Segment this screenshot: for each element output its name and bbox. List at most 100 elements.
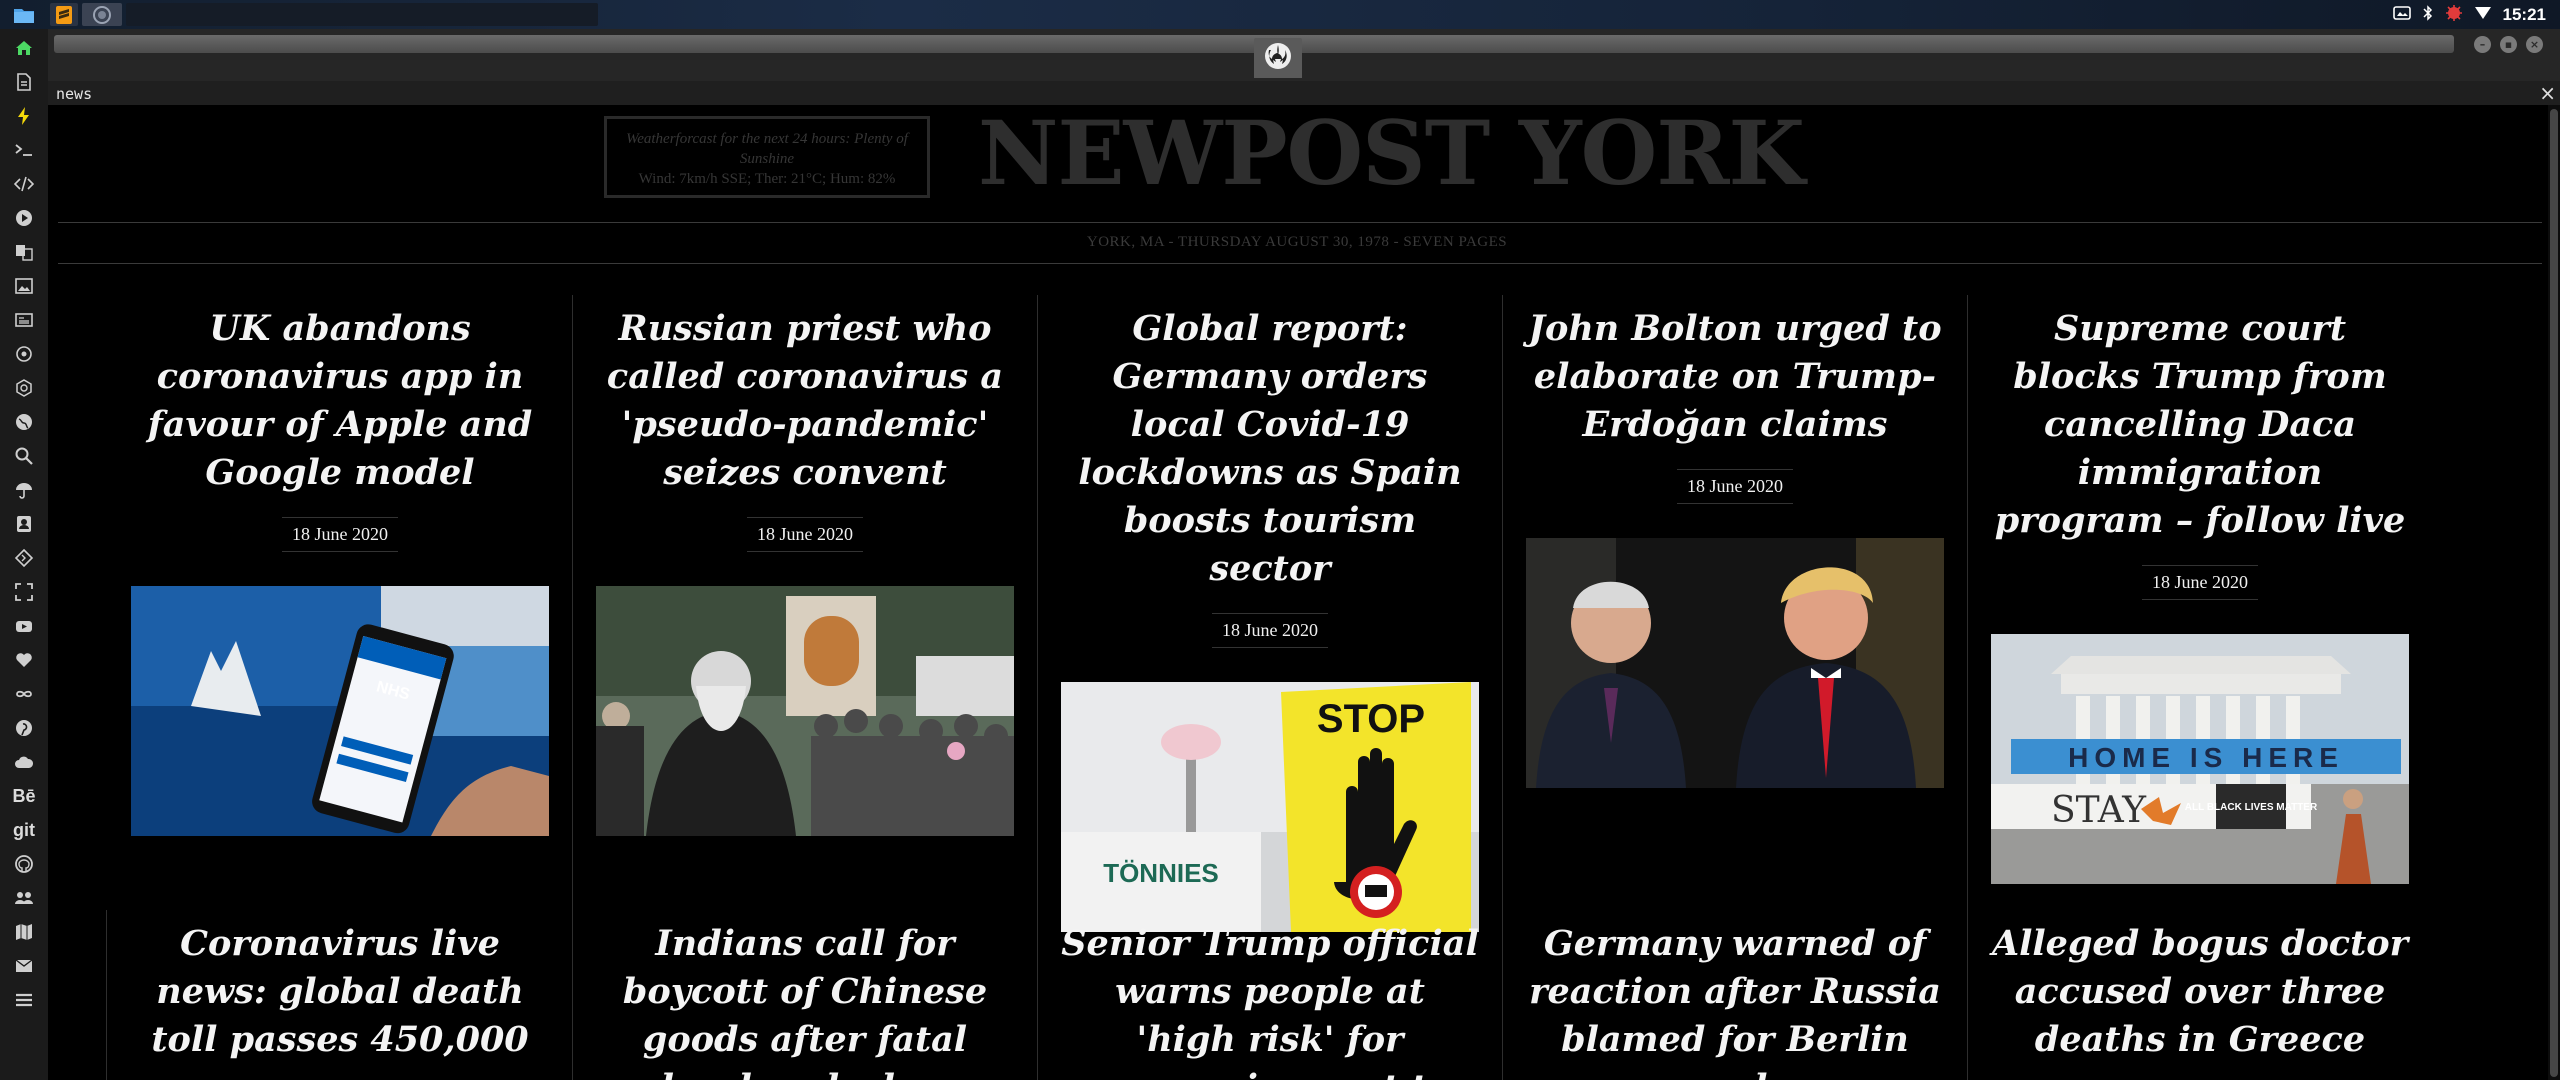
article-card[interactable]: John Bolton urged to elaborate on Trump-… [1526, 305, 1944, 788]
github-icon[interactable] [0, 847, 48, 881]
page-close-icon[interactable]: × [2539, 81, 2556, 105]
article-photo-supreme-court[interactable]: HOME IS HERE STAY ALL BLACK LIVES MATTER [1991, 634, 2409, 884]
screenshot-tray-icon[interactable] [2392, 5, 2411, 24]
article-card[interactable]: Coronavirus live news: global death toll… [131, 920, 549, 1064]
tonnies-sign-text: TÖNNIES [1103, 858, 1219, 888]
scrollbar-thumb[interactable] [2550, 109, 2558, 1077]
news-icon[interactable] [0, 303, 48, 337]
article-card[interactable]: Alleged bogus doctor accused over three … [1991, 920, 2409, 1064]
users-icon[interactable] [0, 881, 48, 915]
article-headline[interactable]: Indians call for boycott of Chinese good… [596, 920, 1014, 1080]
column-divider [1037, 295, 1038, 915]
article-headline[interactable]: Coronavirus live news: global death toll… [131, 920, 549, 1064]
article-card[interactable]: Global report: Germany orders local Covi… [1061, 305, 1479, 932]
vertical-scrollbar[interactable] [2548, 105, 2560, 1080]
window-minimize-button[interactable]: – [2474, 36, 2491, 53]
play-icon[interactable] [0, 201, 48, 235]
blender-icon[interactable] [0, 371, 48, 405]
article-photo-leaders[interactable] [1526, 538, 1944, 788]
mail-icon[interactable] [0, 949, 48, 983]
bluetooth-icon[interactable] [2422, 4, 2433, 25]
column-divider [1502, 910, 1503, 1080]
article-headline[interactable]: Alleged bogus doctor accused over three … [1991, 920, 2409, 1064]
sublime-text-icon[interactable] [50, 3, 78, 26]
atom-icon[interactable] [0, 337, 48, 371]
article-photo-priest[interactable] [596, 586, 1014, 836]
article-date: 18 June 2020 [747, 517, 863, 552]
newspaper-page: Weatherforcast for the next 24 hours: Pl… [48, 105, 2546, 1080]
column-divider [572, 910, 573, 1080]
newspaper-dateline: YORK, MA - THURSDAY AUGUST 30, 1978 - SE… [1086, 234, 1508, 250]
globe-icon[interactable] [0, 405, 48, 439]
article-headline[interactable]: Russian priest who called coronavirus a … [596, 305, 1014, 497]
tab-rebel-alliance[interactable] [1254, 38, 1302, 78]
bolt-icon[interactable] [0, 99, 48, 133]
column-divider [1967, 295, 1968, 915]
article-card[interactable]: Indians call for boycott of Chinese good… [596, 920, 1014, 1080]
article-date: 18 June 2020 [1212, 613, 1328, 648]
terminal-icon[interactable] [0, 133, 48, 167]
desktop-taskbar: 15:21 [0, 0, 2560, 29]
stay-sign-text: STAY [2051, 790, 2147, 831]
weather-forecast: Weatherforcast for the next 24 hours: Pl… [626, 131, 908, 167]
youtube-icon[interactable] [0, 609, 48, 643]
newspaper-masthead: NEWPOST YORK [978, 105, 1805, 205]
page-label: news [56, 85, 93, 103]
list-icon[interactable] [0, 983, 48, 1017]
cloud-icon[interactable] [0, 745, 48, 779]
pinterest-icon[interactable] [0, 711, 48, 745]
file-manager-icon[interactable] [4, 3, 44, 26]
search-icon[interactable] [0, 439, 48, 473]
column-divider [106, 910, 107, 1080]
bug-alert-icon[interactable] [2445, 4, 2463, 26]
article-card[interactable]: Senior Trump official warns people at 'h… [1061, 920, 1479, 1080]
heart-icon[interactable] [0, 643, 48, 677]
wifi-icon[interactable] [2474, 5, 2491, 24]
active-window-icon[interactable] [82, 3, 122, 26]
git-icon[interactable]: git [0, 813, 48, 847]
article-photo-nhs-app[interactable]: NHS [131, 586, 549, 836]
git-diamond-icon[interactable] [0, 541, 48, 575]
article-headline[interactable]: Global report: Germany orders local Covi… [1061, 305, 1479, 593]
image-icon[interactable] [0, 269, 48, 303]
article-card[interactable]: Germany warned of reaction after Russia … [1526, 920, 1944, 1080]
article-headline[interactable]: Germany warned of reaction after Russia … [1526, 920, 1944, 1080]
article-headline[interactable]: UK abandons coronavirus app in favour of… [131, 305, 549, 497]
page-title-bar: news × [48, 81, 2560, 105]
article-card[interactable]: Supreme court blocks Trump from cancelli… [1991, 305, 2409, 884]
map-icon[interactable] [0, 915, 48, 949]
article-card[interactable]: UK abandons coronavirus app in favour of… [131, 305, 549, 836]
contacts-icon[interactable] [0, 507, 48, 541]
behance-icon[interactable]: Bē [0, 779, 48, 813]
weather-details: Wind: 7km/h SSE; Ther: 21°C; Hum: 82% [638, 171, 896, 187]
rebel-alliance-icon [1263, 41, 1293, 75]
clock[interactable]: 15:21 [2503, 5, 2546, 25]
masthead-rule-top [58, 222, 2542, 223]
column-divider [1037, 910, 1038, 1080]
article-headline[interactable]: Senior Trump official warns people at 'h… [1061, 920, 1479, 1080]
system-tray: 15:21 [2392, 0, 2546, 29]
article-card[interactable]: Russian priest who called coronavirus a … [596, 305, 1014, 836]
article-headline[interactable]: Supreme court blocks Trump from cancelli… [1991, 305, 2409, 545]
column-divider [572, 295, 573, 915]
infinity-icon[interactable] [0, 677, 48, 711]
taskbar-window-list[interactable] [126, 3, 598, 26]
document-icon[interactable] [0, 65, 48, 99]
code-icon[interactable] [0, 167, 48, 201]
article-headline[interactable]: John Bolton urged to elaborate on Trump-… [1526, 305, 1944, 449]
application-dock: Bē git [0, 29, 48, 1080]
window-maximize-button[interactable]: ▪ [2500, 36, 2517, 53]
umbrella-icon[interactable] [0, 473, 48, 507]
blm-sign-text: ALL BLACK LIVES MATTER [2185, 802, 2318, 813]
fullscreen-icon[interactable] [0, 575, 48, 609]
column-divider [1967, 910, 1968, 1080]
article-photo-stop-sign[interactable]: TÖNNIES STOP [1061, 682, 1479, 932]
window-close-button[interactable]: × [2526, 36, 2543, 53]
article-date: 18 June 2020 [1677, 469, 1793, 504]
article-date: 18 June 2020 [282, 517, 398, 552]
column-divider [1502, 295, 1503, 915]
weather-box: Weatherforcast for the next 24 hours: Pl… [604, 116, 930, 198]
banner-text: HOME IS HERE [2068, 742, 2344, 773]
home-icon[interactable] [0, 31, 48, 65]
translate-icon[interactable] [0, 235, 48, 269]
